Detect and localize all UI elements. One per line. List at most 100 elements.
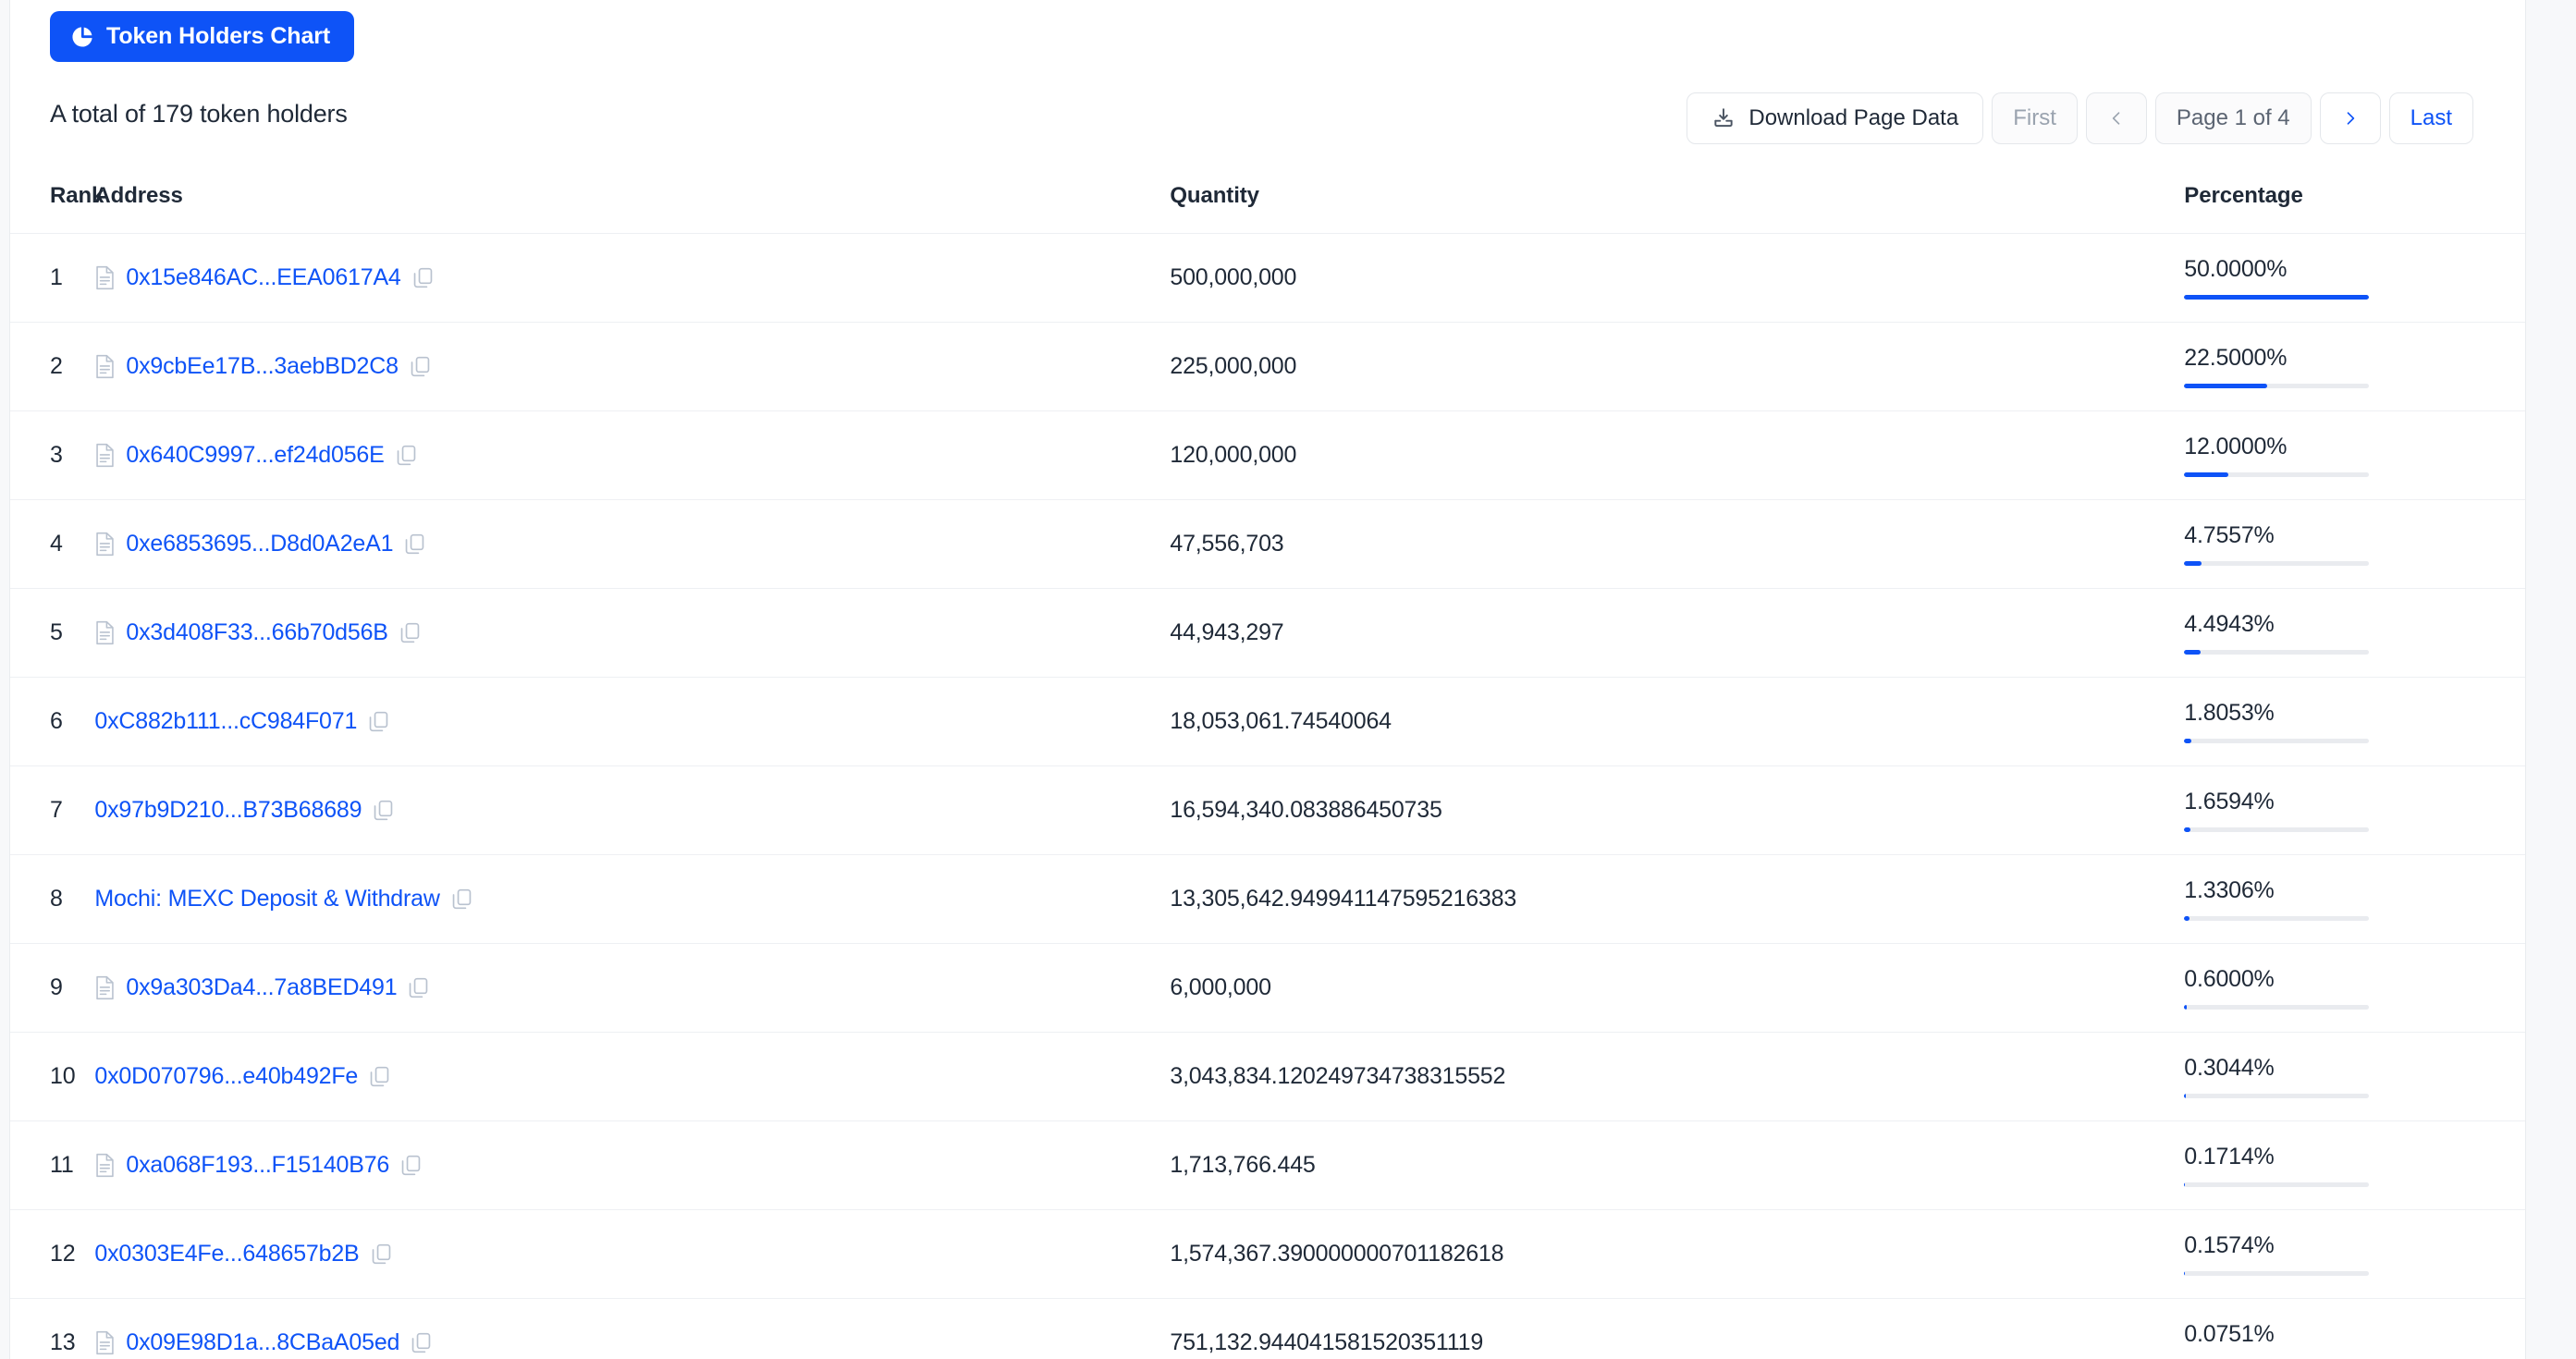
cell-percentage: 1.3306% bbox=[2184, 855, 2525, 944]
cell-quantity: 18,053,061.74540064 bbox=[1170, 708, 1392, 734]
contract-document-icon bbox=[94, 443, 116, 468]
table-row: 7 0x97b9D210...B73B68689 16,594,340.083886… bbox=[10, 765, 2525, 855]
copy-icon[interactable] bbox=[370, 1243, 393, 1266]
cell-rank: 10 bbox=[50, 1063, 76, 1089]
percentage-value: 0.0751% bbox=[2184, 1321, 2275, 1348]
cell-address: 0x640C9997...ef24d056E bbox=[94, 411, 1170, 500]
column-header-address: Address bbox=[94, 183, 183, 208]
contract-document-icon bbox=[94, 975, 116, 1000]
cell-percentage: 4.4943% bbox=[2184, 589, 2525, 678]
chevron-right-icon bbox=[2341, 106, 2360, 130]
percentage-bar-fill bbox=[2184, 1094, 2186, 1098]
cell-rank: 8 bbox=[50, 886, 63, 912]
cell-percentage: 1.8053% bbox=[2184, 678, 2525, 766]
percentage-bar-track bbox=[2184, 1005, 2370, 1010]
pagination-first-button[interactable]: First bbox=[1992, 92, 2078, 144]
table-row: 9 0x9a303Da4...7a8BED491 6,000,000 0.6000% bbox=[10, 943, 2525, 1033]
token-holders-chart-button[interactable]: Token Holders Chart bbox=[50, 11, 355, 62]
address-link[interactable]: 0x9a303Da4...7a8BED491 bbox=[126, 974, 397, 1001]
address-link[interactable]: 0x0D070796...e40b492Fe bbox=[94, 1063, 358, 1090]
cell-rank: 11 bbox=[50, 1152, 74, 1178]
copy-icon[interactable] bbox=[368, 1065, 391, 1088]
address-link[interactable]: 0xe6853695...D8d0A2eA1 bbox=[126, 531, 393, 557]
address-link[interactable]: Mochi: MEXC Deposit & Withdraw bbox=[94, 886, 439, 912]
pagination-next-button[interactable] bbox=[2319, 92, 2381, 144]
cell-rank: 4 bbox=[50, 531, 63, 557]
table-row: 6 0xC882b111...cC984F071 18,053,061.745400… bbox=[10, 677, 2525, 766]
copy-icon[interactable] bbox=[372, 799, 395, 822]
pagination-prev-button[interactable] bbox=[2085, 92, 2147, 144]
copy-icon[interactable] bbox=[450, 888, 473, 911]
percentage-bar-track bbox=[2184, 561, 2370, 566]
copy-icon[interactable] bbox=[367, 710, 390, 733]
copy-icon[interactable] bbox=[407, 976, 430, 999]
cell-quantity: 13,305,642.949941147595216383 bbox=[1170, 886, 1517, 912]
percentage-bar-fill bbox=[2184, 1005, 2187, 1010]
address-link[interactable]: 0x9cbEe17B...3aebBD2C8 bbox=[126, 353, 399, 380]
address-link[interactable]: 0xC882b111...cC984F071 bbox=[94, 708, 357, 735]
copy-icon[interactable] bbox=[395, 444, 418, 467]
cell-percentage: 0.6000% bbox=[2184, 944, 2525, 1033]
pagination-last-button[interactable]: Last bbox=[2388, 92, 2473, 144]
cell-address: 0x3d408F33...66b70d56B bbox=[94, 589, 1170, 678]
address-link[interactable]: 0x97b9D210...B73B68689 bbox=[94, 797, 362, 824]
table-row: 2 0x9cbEe17B...3aebBD2C8 225,000,000 22.500… bbox=[10, 322, 2525, 411]
percentage-value: 1.6594% bbox=[2184, 789, 2275, 814]
cell-percentage: 4.7557% bbox=[2184, 500, 2525, 589]
download-page-data-label: Download Page Data bbox=[1748, 105, 1959, 130]
table-header-row: Rank Address Quantity Percentage bbox=[10, 163, 2525, 234]
percentage-value: 1.3306% bbox=[2184, 877, 2275, 903]
cell-percentage: 0.1574% bbox=[2184, 1210, 2525, 1299]
copy-icon[interactable] bbox=[411, 266, 435, 289]
contract-document-icon bbox=[94, 1153, 116, 1178]
contract-document-icon bbox=[94, 354, 116, 379]
cell-quantity: 1,713,766.445 bbox=[1170, 1152, 1316, 1178]
page-root: Token Holders Chart A total of 179 token… bbox=[0, 0, 2576, 1359]
cell-quantity: 500,000,000 bbox=[1170, 264, 1297, 290]
download-page-data-button[interactable]: Download Page Data bbox=[1687, 92, 1984, 144]
download-icon bbox=[1711, 106, 1736, 130]
address-link[interactable]: 0x0303E4Fe...648657b2B bbox=[94, 1241, 359, 1267]
cell-quantity: 3,043,834.120249734738315552 bbox=[1170, 1063, 1506, 1089]
cell-quantity: 225,000,000 bbox=[1170, 353, 1297, 379]
pagination-page-label: Page 1 of 4 bbox=[2176, 105, 2290, 130]
copy-icon[interactable] bbox=[399, 621, 422, 644]
copy-icon[interactable] bbox=[409, 355, 432, 378]
table-row: 8 Mochi: MEXC Deposit & Withdraw 13,305,64… bbox=[10, 854, 2525, 944]
toolbar: Token Holders Chart bbox=[10, 0, 2525, 80]
cell-quantity: 751,132.944041581520351119 bbox=[1170, 1329, 1484, 1356]
copy-icon[interactable] bbox=[403, 533, 426, 556]
percentage-value: 0.1714% bbox=[2184, 1144, 2275, 1169]
cell-address: 0x9a303Da4...7a8BED491 bbox=[94, 944, 1170, 1033]
cell-rank: 12 bbox=[50, 1241, 76, 1267]
percentage-value: 50.0000% bbox=[2184, 256, 2288, 282]
cell-address: 0x97b9D210...B73B68689 bbox=[94, 766, 1170, 855]
cell-rank: 2 bbox=[50, 353, 63, 379]
copy-icon[interactable] bbox=[399, 1154, 423, 1177]
summary-row: A total of 179 token holders Download Pa… bbox=[10, 80, 2525, 163]
cell-address: 0x0303E4Fe...648657b2B bbox=[94, 1210, 1170, 1299]
percentage-bar-fill bbox=[2184, 1182, 2185, 1187]
cell-rank: 1 bbox=[50, 264, 63, 290]
address-link[interactable]: 0x640C9997...ef24d056E bbox=[126, 442, 384, 469]
address-link[interactable]: 0xa068F193...F15140B76 bbox=[126, 1152, 389, 1179]
table-row: 1 0x15e846AC...EEA0617A4 500,000,000 50.000… bbox=[10, 233, 2525, 323]
address-link[interactable]: 0x09E98D1a...8CBaA05ed bbox=[126, 1329, 399, 1356]
cell-quantity: 16,594,340.083886450735 bbox=[1170, 797, 1442, 823]
cell-address: 0xe6853695...D8d0A2eA1 bbox=[94, 500, 1170, 589]
address-link[interactable]: 0x15e846AC...EEA0617A4 bbox=[126, 264, 400, 291]
table-row: 13 0x09E98D1a...8CBaA05ed 751,132.94404158… bbox=[10, 1298, 2525, 1359]
cell-rank: 7 bbox=[50, 797, 63, 823]
cell-address: 0x9cbEe17B...3aebBD2C8 bbox=[94, 323, 1170, 411]
token-holders-table: Rank Address Quantity Percentage 1 0x15e8… bbox=[10, 163, 2525, 1359]
total-holders-text: A total of 179 token holders bbox=[50, 100, 348, 128]
contract-document-icon bbox=[94, 532, 116, 557]
cell-address: 0xC882b111...cC984F071 bbox=[94, 678, 1170, 766]
contract-document-icon bbox=[94, 620, 116, 645]
cell-quantity: 120,000,000 bbox=[1170, 442, 1297, 468]
cell-address: 0x15e846AC...EEA0617A4 bbox=[94, 234, 1170, 323]
copy-icon[interactable] bbox=[410, 1331, 433, 1354]
percentage-value: 0.1574% bbox=[2184, 1232, 2275, 1258]
percentage-value: 4.4943% bbox=[2184, 611, 2275, 637]
address-link[interactable]: 0x3d408F33...66b70d56B bbox=[126, 619, 388, 646]
